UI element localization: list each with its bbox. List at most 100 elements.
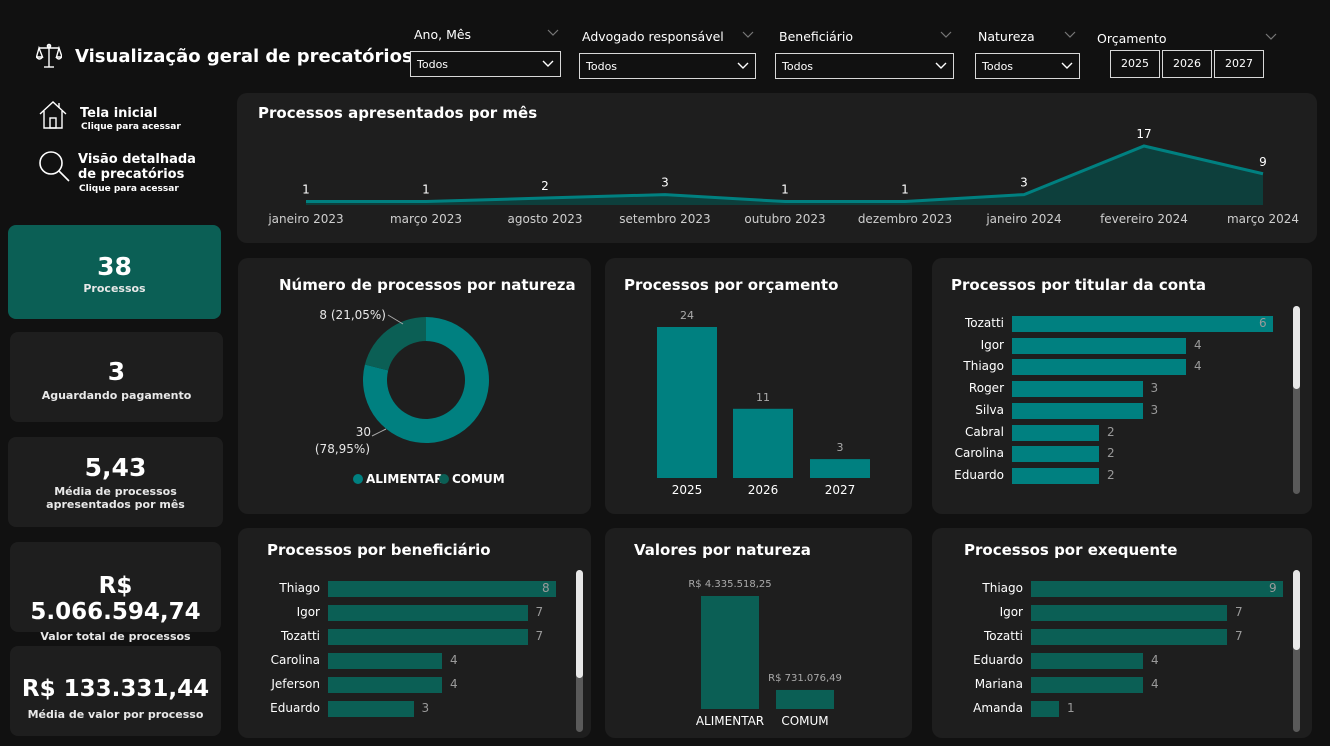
chevron-down-icon[interactable] — [547, 29, 559, 37]
bar — [776, 689, 834, 709]
panel-orcamento: Processos por orçamento 24 2025 11 2026 3 202… — [605, 258, 912, 514]
chevron-down-icon[interactable] — [742, 31, 754, 39]
nav-home-title: Tela inicial — [80, 106, 158, 121]
kpi-processos: 38 Processos — [8, 225, 221, 319]
data-label: 2 — [541, 179, 549, 193]
legend-marker — [439, 474, 449, 484]
kpi-label: Processos — [83, 282, 146, 295]
filter-natureza-dropdown[interactable]: Todos — [975, 53, 1080, 79]
exequente-bar-chart: Thiago 9 Igor 7 Tozatti 7 Eduardo 4 Mariana 4 Aman… — [932, 528, 1312, 738]
nav-detail[interactable]: Visão detalhada de precatórios Clique pa… — [36, 150, 216, 198]
leader-line — [371, 428, 387, 437]
x-tick-label: março 2024 — [1227, 212, 1299, 226]
nav-home[interactable]: Tela inicial Clique para acessar — [36, 100, 216, 134]
x-tick-label: 2027 — [825, 483, 856, 497]
panel-natureza: Número de processos por natureza 8 (21,0… — [238, 258, 591, 514]
data-label: R$ 731.076,49 — [768, 673, 842, 684]
filter-advogado-dropdown[interactable]: Todos — [579, 53, 756, 79]
orcamento-year-2025[interactable]: 2025 — [1110, 50, 1160, 78]
bar — [1031, 605, 1227, 621]
scrollbar[interactable] — [576, 570, 583, 732]
y-tick-label: Tozatti — [983, 629, 1023, 643]
data-label: 7 — [1235, 629, 1243, 643]
data-label: 4 — [1194, 359, 1202, 374]
nav-detail-title-2: de precatórios — [78, 167, 185, 182]
bar — [1012, 316, 1273, 332]
kpi-label: apresentados por mês — [46, 498, 185, 511]
data-label: 8 — [542, 581, 550, 595]
bar — [657, 327, 717, 478]
data-label: 4 — [1194, 337, 1202, 352]
orcamento-year-2026[interactable]: 2026 — [1162, 50, 1212, 78]
filter-orcamento-label: Orçamento — [1097, 31, 1167, 46]
chevron-down-icon[interactable] — [940, 31, 952, 39]
kpi-label: Média de processos — [54, 485, 177, 498]
data-label: R$ 4.335.518,25 — [688, 579, 771, 590]
bar — [1031, 653, 1143, 669]
bar — [701, 596, 759, 709]
bar — [328, 605, 528, 621]
legend-marker — [353, 474, 363, 484]
bar — [733, 408, 793, 478]
scrollbar[interactable] — [1293, 570, 1300, 732]
kpi-valor-total: R$ 5.066.594,74 Valor total de processos — [10, 542, 221, 643]
data-label: (78,95%) — [315, 442, 370, 456]
scrollbar[interactable] — [1293, 306, 1300, 494]
chevron-down-icon[interactable] — [1064, 31, 1076, 39]
monthly-area-chart: 1 janeiro 2023 1 março 2023 2 agosto 2023 3 set… — [267, 127, 1299, 226]
chevron-down-icon[interactable] — [1265, 33, 1277, 41]
y-tick-label: Roger — [968, 381, 1004, 396]
data-label: 3 — [1150, 381, 1159, 396]
bar — [1012, 337, 1186, 354]
data-label: 3 — [837, 441, 844, 454]
nav-detail-sub: Clique para acessar — [79, 184, 179, 194]
y-tick-label: Thiago — [279, 581, 320, 595]
kpi-value: R$ 133.331,44 — [21, 676, 210, 702]
data-label: 1 — [1067, 701, 1075, 715]
y-tick-label: Silva — [975, 402, 1004, 417]
x-tick-label: agosto 2023 — [508, 212, 583, 226]
kpi-label: Aguardando pagamento — [41, 389, 192, 402]
bar — [1031, 701, 1059, 717]
y-tick-label: Thiago — [963, 359, 1004, 374]
x-tick-label: ALIMENTAR — [696, 714, 764, 728]
bar — [328, 629, 528, 645]
filter-advogado-label: Advogado responsável — [582, 29, 724, 44]
legend-label: COMUM — [452, 472, 505, 486]
orcamento-year-2027[interactable]: 2027 — [1214, 50, 1264, 78]
bar — [328, 581, 556, 597]
data-label: 9 — [1269, 581, 1277, 595]
panel-titular: Processos por titular da conta Tozatti 6 I… — [932, 258, 1312, 514]
scales-icon — [35, 43, 63, 68]
orcamento-bar-chart: 24 2025 11 2026 3 2027 — [657, 309, 870, 497]
data-label: 2 — [1107, 446, 1115, 461]
search-icon — [39, 151, 70, 182]
kpi-label: Média de valor por processo — [27, 708, 204, 721]
y-tick-label: Amanda — [973, 701, 1023, 715]
data-label: 7 — [535, 605, 544, 619]
kpi-label: Valor total de processos — [40, 630, 191, 643]
filter-beneficiario-label: Beneficiário — [779, 29, 854, 44]
bar — [328, 677, 442, 693]
panel-beneficiario: Processos por beneficiário Thiago 8 Igor 7 T… — [238, 528, 591, 738]
nav-home-sub: Clique para acessar — [81, 122, 181, 132]
kpi-value: 5,43 — [84, 453, 147, 482]
filter-ano-mes-label: Ano, Mês — [414, 27, 472, 42]
panel-monthly: Processos apresentados por mês 1 janeiro … — [237, 93, 1317, 243]
data-label: 4 — [450, 653, 458, 667]
nav-detail-title-1: Visão detalhada — [78, 152, 196, 167]
y-tick-label: Carolina — [270, 653, 320, 667]
y-tick-label: Eduardo — [270, 701, 320, 715]
data-label: 1 — [302, 183, 310, 197]
beneficiario-bar-chart: Thiago 8 Igor 7 Tozatti 7 Carolina 4 Jeferson 4 Ed… — [238, 528, 591, 738]
filter-ano-mes-dropdown[interactable]: Todos — [410, 51, 561, 77]
bar — [1012, 446, 1099, 463]
x-tick-label: COMUM — [781, 714, 828, 728]
y-tick-label: Mariana — [974, 677, 1023, 691]
y-tick-label: Carolina — [954, 446, 1004, 461]
filter-beneficiario-dropdown[interactable]: Todos — [775, 53, 954, 79]
data-label: 6 — [1259, 316, 1267, 330]
x-tick-label: janeiro 2024 — [985, 212, 1061, 226]
y-tick-label: Tozatti — [964, 316, 1004, 330]
panel-exequente: Processos por exequente Thiago 9 Igor 7 Toza… — [932, 528, 1312, 738]
